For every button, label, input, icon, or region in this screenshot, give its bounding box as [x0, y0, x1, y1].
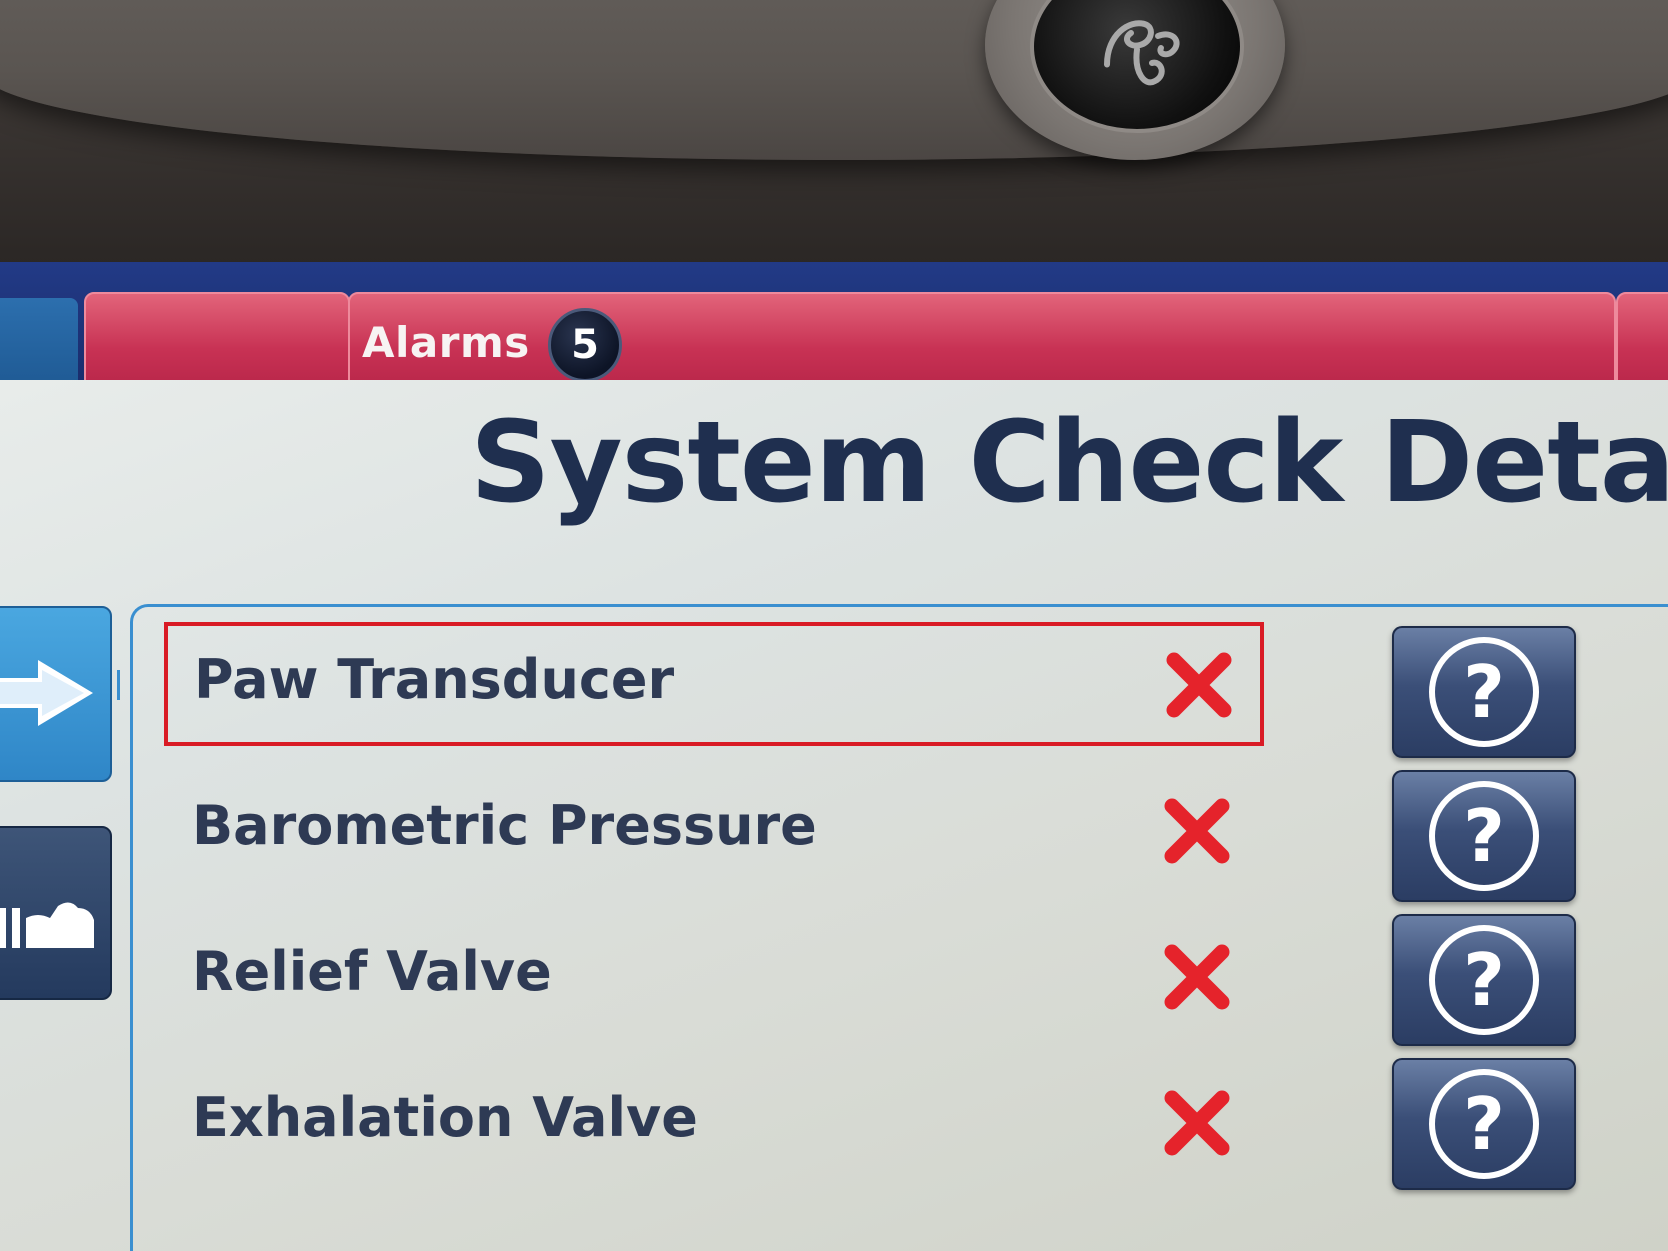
bezel-rim: [0, 0, 1668, 160]
ventilator-icon: [0, 902, 94, 948]
check-label: Barometric Pressure: [192, 794, 817, 857]
check-label: Paw Transducer: [194, 648, 675, 711]
check-label: Exhalation Valve: [192, 1086, 698, 1149]
check-row-relief-valve[interactable]: Relief Valve: [162, 914, 1262, 1038]
fail-x-icon: [1164, 798, 1230, 864]
nav-button-forward[interactable]: [0, 606, 112, 782]
fail-x-icon: [1166, 652, 1232, 718]
arrow-right-icon: [0, 660, 93, 726]
fail-x-icon: [1164, 944, 1230, 1010]
alarm-count-badge: 5: [548, 308, 622, 382]
top-bar: Alarms 5: [0, 262, 1668, 396]
nav-left-tab[interactable]: [0, 298, 78, 386]
check-row-barometric-pressure[interactable]: Barometric Pressure: [162, 768, 1262, 892]
screen: Alarms 5 System Check Details Paw Transd…: [0, 262, 1668, 1251]
help-button-exhalation-valve[interactable]: ?: [1392, 1058, 1576, 1190]
check-row-paw-transducer[interactable]: Paw Transducer: [164, 622, 1264, 746]
page-title: System Check Details: [470, 398, 1668, 528]
question-mark-icon: ?: [1429, 925, 1539, 1035]
question-mark-icon: ?: [1429, 1069, 1539, 1179]
panel-notch: [117, 670, 138, 700]
alarms-tab-label: Alarms: [362, 318, 530, 367]
check-label: Relief Valve: [192, 940, 552, 1003]
nav-button-ventilator[interactable]: [0, 826, 112, 1000]
fail-x-icon: [1164, 1090, 1230, 1156]
question-mark-icon: ?: [1429, 637, 1539, 747]
content-area: System Check Details Paw Transducer: [0, 380, 1668, 1251]
check-row-exhalation-valve[interactable]: Exhalation Valve: [162, 1060, 1262, 1184]
help-button-paw-transducer[interactable]: ?: [1392, 626, 1576, 758]
help-button-relief-valve[interactable]: ?: [1392, 914, 1576, 1046]
device-bezel: [0, 0, 1668, 275]
help-button-barometric-pressure[interactable]: ?: [1392, 770, 1576, 902]
question-mark-icon: ?: [1429, 781, 1539, 891]
